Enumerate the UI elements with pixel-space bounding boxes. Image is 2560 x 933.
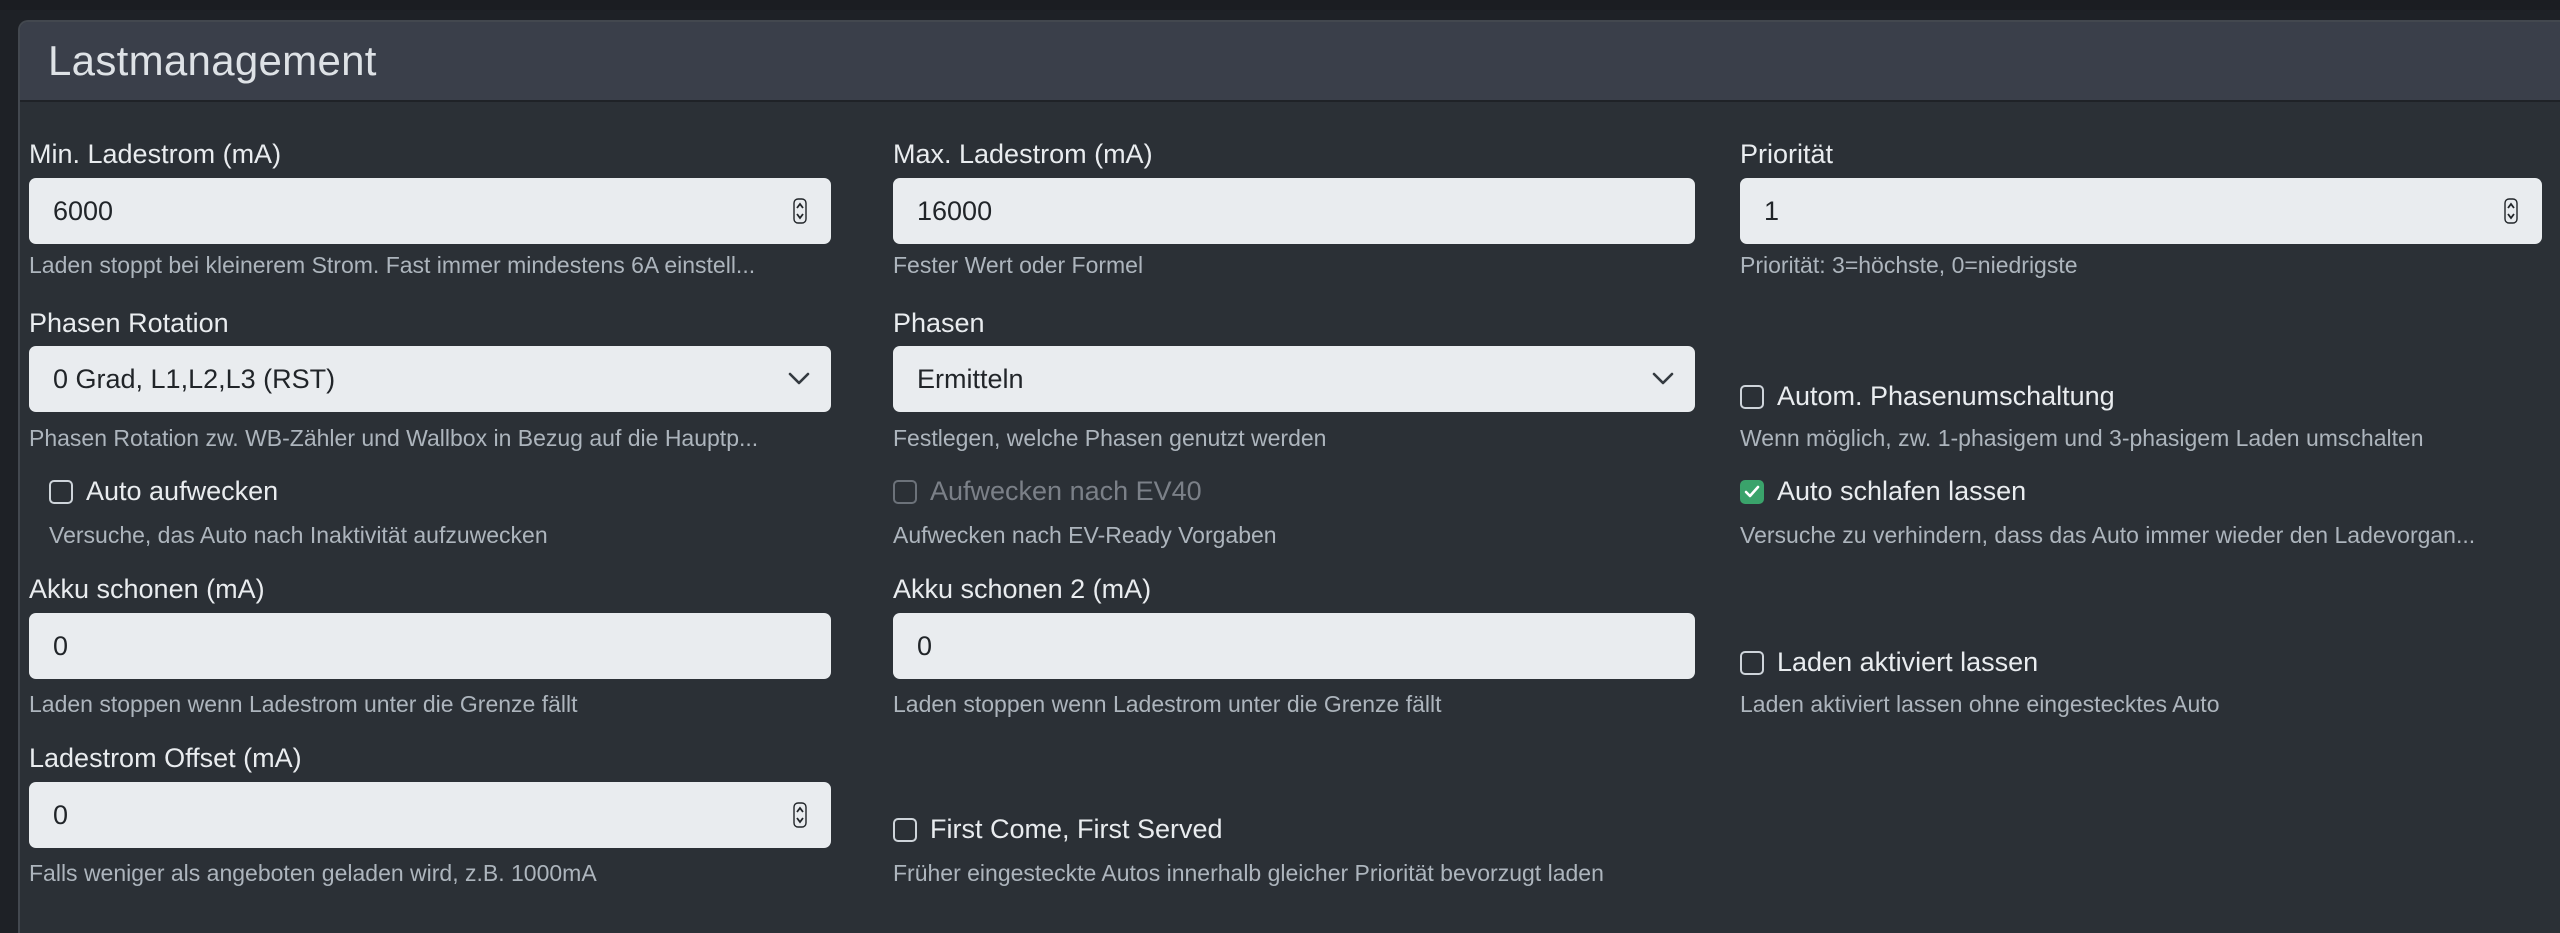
phases-help: Festlegen, welche Phasen genutzt werden	[893, 425, 1327, 451]
battery-save-2-value: 0	[917, 630, 933, 661]
wakeup-ev40-checkbox-row: Aufwecken nach EV40	[893, 476, 1202, 507]
check-icon	[1744, 485, 1760, 497]
keep-enabled-checkbox[interactable]	[1740, 650, 1764, 675]
spinner-icon[interactable]	[793, 198, 807, 224]
phases-select[interactable]: Ermitteln	[893, 346, 1695, 412]
auto-wakeup-checkbox[interactable]	[49, 479, 73, 504]
auto-wakeup-help: Versuche, das Auto nach Inaktivität aufz…	[49, 522, 548, 548]
auto-sleep-help: Versuche zu verhindern, dass das Auto im…	[1740, 522, 2476, 548]
auto-wakeup-checkbox-row[interactable]: Auto aufwecken	[49, 476, 278, 507]
auto-phase-switch-help: Wenn möglich, zw. 1-phasigem und 3-phasi…	[1740, 425, 2424, 451]
chevron-down-icon	[1652, 372, 1674, 385]
spinner-icon[interactable]	[793, 802, 807, 828]
max-current-help: Fester Wert oder Formel	[893, 252, 1144, 278]
keep-enabled-checkbox-row[interactable]: Laden aktiviert lassen	[1740, 647, 2038, 678]
phase-rotation-field: Phasen Rotation 0 Grad, L1,L2,L3 (RST) P…	[29, 308, 831, 451]
current-offset-value: 0	[53, 799, 69, 830]
max-current-value: 16000	[917, 195, 993, 226]
battery-save-2-help: Laden stoppen wenn Ladestrom unter die G…	[893, 691, 1442, 717]
auto-phase-switch-checkbox[interactable]	[1740, 384, 1764, 409]
chevron-down-icon	[788, 372, 810, 385]
current-offset-field: Ladestrom Offset (mA) 0 Falls weniger al…	[29, 743, 831, 886]
battery-save-help: Laden stoppen wenn Ladestrom unter die G…	[29, 691, 578, 717]
battery-save-value: 0	[53, 630, 69, 661]
battery-save-field: Akku schonen (mA) 0 Laden stoppen wenn L…	[29, 574, 831, 717]
spinner-icon[interactable]	[2504, 198, 2518, 224]
keep-enabled-label[interactable]: Laden aktiviert lassen	[1777, 647, 2038, 678]
current-offset-label: Ladestrom Offset (mA)	[29, 743, 302, 773]
min-current-field: Min. Ladestrom (mA) 6000 Laden stoppt be…	[29, 139, 831, 278]
battery-save-2-label: Akku schonen 2 (mA)	[893, 574, 1152, 604]
panel-title: Lastmanagement	[48, 37, 377, 84]
priority-input[interactable]: 1	[1740, 178, 2542, 244]
priority-label: Priorität	[1740, 139, 1834, 169]
first-come-checkbox[interactable]	[893, 817, 917, 842]
auto-phase-switch-checkbox-row[interactable]: Autom. Phasenumschaltung	[1740, 381, 2115, 412]
auto-sleep-checkbox-row[interactable]: Auto schlafen lassen	[1740, 476, 2026, 507]
phase-rotation-help: Phasen Rotation zw. WB-Zähler und Wallbo…	[29, 425, 759, 451]
min-current-input[interactable]: 6000	[29, 178, 831, 244]
auto-phase-switch-label[interactable]: Autom. Phasenumschaltung	[1777, 381, 2115, 412]
wakeup-ev40-help: Aufwecken nach EV-Ready Vorgaben	[893, 522, 1277, 548]
panel-header: Lastmanagement	[20, 22, 2560, 102]
priority-field: Priorität 1 Priorität: 3=höchste, 0=nied…	[1740, 139, 2542, 278]
auto-sleep-label[interactable]: Auto schlafen lassen	[1777, 476, 2026, 507]
battery-save-label: Akku schonen (mA)	[29, 574, 265, 604]
current-offset-help: Falls weniger als angeboten geladen wird…	[29, 860, 597, 886]
priority-help: Priorität: 3=höchste, 0=niedrigste	[1740, 252, 2078, 278]
auto-sleep-checkbox[interactable]	[1740, 479, 1764, 504]
wakeup-ev40-label: Aufwecken nach EV40	[930, 476, 1202, 506]
battery-save-2-field: Akku schonen 2 (mA) 0 Laden stoppen wenn…	[893, 574, 1695, 717]
keep-enabled-help: Laden aktiviert lassen ohne eingesteckte…	[1740, 691, 2220, 717]
battery-save-input[interactable]: 0	[29, 613, 831, 679]
max-current-label: Max. Ladestrom (mA)	[893, 139, 1153, 169]
min-current-help: Laden stoppt bei kleinerem Strom. Fast i…	[29, 252, 756, 278]
battery-save-2-input[interactable]: 0	[893, 613, 1695, 679]
priority-value: 1	[1764, 195, 1780, 226]
first-come-help: Früher eingesteckte Autos innerhalb glei…	[893, 860, 1604, 886]
phases-label: Phasen	[893, 308, 985, 338]
phases-field: Phasen Ermitteln Festlegen, welche Phase…	[893, 308, 1695, 451]
max-current-field: Max. Ladestrom (mA) 16000 Fester Wert od…	[893, 139, 1695, 278]
first-come-checkbox-row[interactable]: First Come, First Served	[893, 814, 1223, 845]
phases-value: Ermitteln	[917, 363, 1024, 394]
phase-rotation-label: Phasen Rotation	[29, 308, 229, 338]
current-offset-input[interactable]: 0	[29, 782, 831, 848]
min-current-label: Min. Ladestrom (mA)	[29, 139, 282, 169]
phase-rotation-select[interactable]: 0 Grad, L1,L2,L3 (RST)	[29, 346, 831, 412]
phase-rotation-value: 0 Grad, L1,L2,L3 (RST)	[53, 363, 336, 394]
top-bar	[0, 0, 2560, 10]
first-come-label[interactable]: First Come, First Served	[930, 814, 1223, 845]
max-current-input[interactable]: 16000	[893, 178, 1695, 244]
auto-wakeup-label[interactable]: Auto aufwecken	[86, 476, 278, 507]
wakeup-ev40-checkbox	[893, 479, 917, 504]
min-current-value: 6000	[53, 195, 114, 226]
